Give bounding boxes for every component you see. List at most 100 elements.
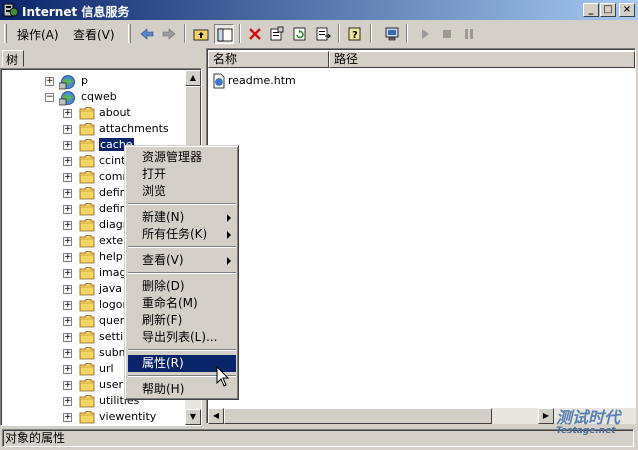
context-menu-item[interactable]: 浏览 (128, 183, 236, 200)
expand-plus-icon[interactable]: + (63, 253, 72, 262)
close-button[interactable]: × (619, 3, 635, 17)
context-menu-item[interactable]: 刷新(F) (128, 312, 236, 329)
context-menu-item[interactable]: 资源管理器 (128, 149, 236, 166)
folder-icon (79, 298, 95, 312)
collapse-minus-icon[interactable]: − (45, 93, 54, 102)
expand-plus-icon[interactable]: + (63, 269, 72, 278)
expand-plus-icon[interactable]: + (63, 349, 72, 358)
context-menu-item-label: 浏览 (142, 184, 167, 198)
menu-separator (128, 203, 236, 205)
context-menu-item[interactable]: 查看(V) (128, 252, 236, 269)
menu-action[interactable]: 操作(A) (14, 26, 62, 43)
expand-plus-icon[interactable]: + (63, 413, 72, 422)
context-menu-item[interactable]: 重命名(M) (128, 295, 236, 312)
folder-icon (79, 234, 95, 248)
menu-grip[interactable] (4, 24, 7, 43)
expand-plus-icon[interactable]: + (63, 381, 72, 390)
show-tree-button[interactable] (214, 24, 234, 44)
title-bar[interactable]: Internet 信息服务 _ □ × (0, 0, 638, 20)
expand-plus-icon[interactable]: + (63, 189, 72, 198)
context-menu-item-label: 刷新(F) (142, 313, 183, 327)
context-menu-item-label: 新建(N) (142, 210, 185, 224)
start-button[interactable] (415, 24, 435, 44)
expand-plus-icon[interactable]: + (63, 205, 72, 214)
tree-item-label: attachments (99, 122, 169, 135)
expand-plus-icon[interactable]: + (63, 157, 72, 166)
expand-plus-icon[interactable]: + (63, 221, 72, 230)
tree-item-label: user (99, 378, 123, 391)
tree-view-icon (217, 28, 233, 42)
web-site-icon (58, 90, 75, 106)
delete-button[interactable] (245, 24, 265, 44)
watermark-main: 测试时代 (556, 408, 621, 427)
toolbar-separator (184, 24, 186, 43)
expand-plus-icon[interactable]: + (63, 301, 72, 310)
minimize-button[interactable]: _ (583, 3, 599, 17)
context-menu-item-label: 重命名(M) (142, 296, 198, 310)
expand-plus-icon[interactable]: + (63, 141, 72, 150)
folder-icon (79, 394, 95, 408)
context-menu-item[interactable]: 所有任务(K) (128, 226, 236, 243)
tree-item-label: cqweb (81, 90, 117, 103)
pause-icon (465, 29, 473, 39)
expand-plus-icon[interactable]: + (63, 109, 72, 118)
watermark-logo: 测试时代 Testage.net (548, 404, 632, 444)
expand-plus-icon[interactable]: + (63, 365, 72, 374)
web-site-icon (58, 74, 75, 90)
forward-button[interactable] (159, 24, 179, 44)
column-header-name[interactable]: 名称 (208, 51, 329, 68)
expand-plus-icon[interactable]: + (45, 77, 54, 86)
scroll-thumb[interactable] (224, 408, 492, 424)
context-menu-item[interactable]: 打开 (128, 166, 236, 183)
scroll-left-button[interactable]: ◀ (208, 408, 224, 424)
expand-plus-icon[interactable]: + (63, 125, 72, 134)
maximize-button[interactable]: □ (600, 3, 616, 17)
stop-button[interactable] (437, 24, 457, 44)
up-level-button[interactable] (191, 24, 211, 44)
expand-plus-icon[interactable]: + (63, 237, 72, 246)
folder-icon (79, 314, 95, 328)
expand-plus-icon[interactable]: + (63, 397, 72, 406)
mouse-pointer-icon (216, 366, 230, 387)
back-button[interactable] (137, 24, 157, 44)
column-header-path[interactable]: 路径 (329, 51, 635, 68)
stop-icon (443, 30, 451, 38)
pause-button[interactable] (459, 24, 479, 44)
folder-icon (79, 202, 95, 216)
help-button[interactable]: ? (345, 24, 365, 44)
scroll-up-button[interactable]: ▲ (185, 70, 201, 86)
properties-button[interactable] (267, 24, 287, 44)
tree-item-label: imag (99, 266, 127, 279)
context-menu-item[interactable]: 导出列表(L)... (128, 329, 236, 346)
expand-plus-icon[interactable]: + (63, 285, 72, 294)
refresh-button[interactable] (290, 24, 310, 44)
submenu-arrow-icon (227, 231, 231, 239)
expand-plus-icon[interactable]: + (63, 333, 72, 342)
expand-plus-icon[interactable]: + (63, 173, 72, 182)
tree-item-label: defin (99, 186, 127, 199)
list-view[interactable]: 名称 路径 readme.htm ◀ ▶ (206, 48, 636, 424)
computer-button[interactable] (382, 24, 402, 44)
play-icon (422, 29, 429, 39)
expand-plus-icon[interactable]: + (63, 317, 72, 326)
menu-separator (128, 246, 236, 248)
export-list-button[interactable] (313, 24, 333, 44)
context-menu-item[interactable]: 新建(N) (128, 209, 236, 226)
folder-icon (79, 138, 95, 152)
folder-icon (79, 122, 95, 136)
folder-icon (79, 250, 95, 264)
toolbar-grip[interactable] (128, 24, 131, 43)
iis-app-icon (3, 3, 19, 17)
folder-icon (79, 106, 95, 120)
computer-icon (385, 27, 399, 41)
context-menu-item[interactable]: 删除(D) (128, 278, 236, 295)
status-bar: 对象的属性 (0, 428, 638, 450)
menu-view[interactable]: 查看(V) (70, 26, 118, 43)
tree-tab[interactable]: 树 (2, 50, 24, 67)
context-menu-item-label: 资源管理器 (142, 150, 203, 164)
forward-arrow-icon (162, 28, 176, 40)
toolbar-separator (338, 24, 340, 43)
toolbar-separator (406, 24, 408, 43)
scroll-down-button[interactable]: ▼ (185, 409, 201, 425)
folder-icon (79, 186, 95, 200)
